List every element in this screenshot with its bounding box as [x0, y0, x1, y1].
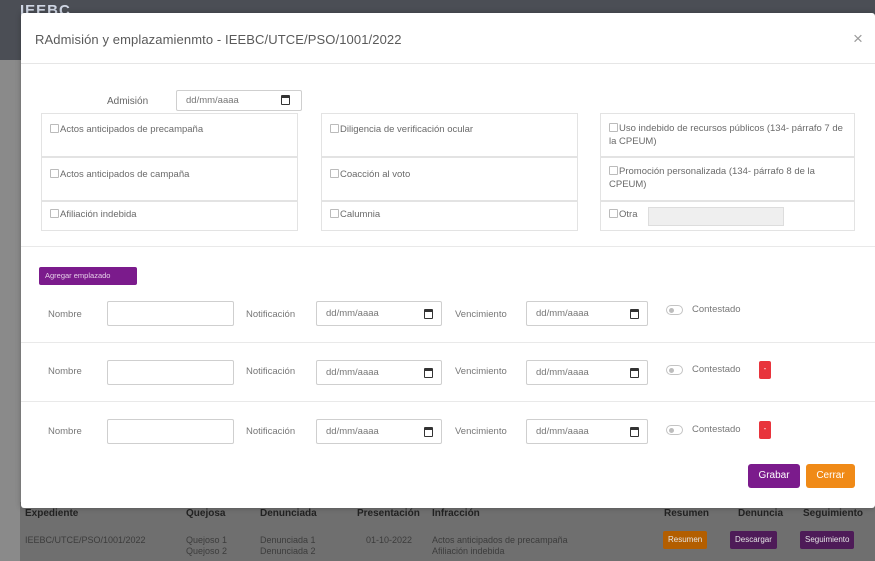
nombre-label: Nombre: [48, 426, 82, 437]
checkbox-actos-campana[interactable]: Actos anticipados de campaña: [41, 157, 298, 201]
checkbox-label: Diligencia de verificación ocular: [340, 124, 474, 135]
cell-infraccion-2: Afiliación indebida: [432, 546, 505, 556]
date-placeholder: dd/mm/aaaa: [326, 426, 379, 437]
seguimiento-button[interactable]: Seguimiento: [800, 531, 855, 549]
table-header-denuncia: Denuncia: [738, 508, 784, 519]
section-divider: [21, 246, 875, 247]
contestado-label: Contestado: [692, 304, 741, 315]
contestado-toggle[interactable]: [666, 305, 683, 315]
notificacion-label: Notificación: [246, 309, 296, 320]
vencimiento-date-input[interactable]: dd/mm/aaaa: [526, 360, 648, 385]
grabar-button[interactable]: Grabar: [748, 464, 800, 488]
calendar-icon[interactable]: [424, 368, 433, 378]
table-header-seguimiento: Seguimiento: [803, 508, 864, 519]
checkbox-label: Uso indebido de recursos públicos (134- …: [609, 123, 843, 147]
checkbox-label: Actos anticipados de precampaña: [60, 124, 204, 135]
calendar-icon[interactable]: [424, 309, 433, 319]
contestado-label: Contestado: [692, 424, 741, 435]
contestado-toggle[interactable]: [666, 365, 683, 375]
vencimiento-label: Vencimiento: [455, 366, 507, 377]
cell-denunciada-1: Denunciada 1: [260, 535, 316, 545]
date-placeholder: dd/mm/aaaa: [326, 367, 379, 378]
header-divider: [21, 63, 875, 64]
notificacion-label: Notificación: [246, 426, 296, 437]
checkbox-icon[interactable]: [609, 209, 618, 218]
table-header-presentacion: Presentación: [357, 508, 420, 519]
checkbox-promocion[interactable]: Promoción personalizada (134- párrafo 8 …: [600, 157, 855, 201]
calendar-icon[interactable]: [424, 427, 433, 437]
checkbox-label: Calumnia: [340, 209, 381, 220]
checkbox-icon[interactable]: [609, 123, 618, 132]
otra-input[interactable]: [648, 207, 784, 226]
nombre-input[interactable]: [107, 360, 234, 385]
cell-expediente: IEEBC/UTCE/PSO/1001/2022: [25, 535, 146, 545]
checkbox-label: Otra: [619, 209, 638, 220]
date-placeholder: dd/mm/aaaa: [536, 426, 589, 437]
add-emplazado-button[interactable]: Agregar emplazado: [39, 267, 137, 285]
row-divider: [21, 401, 875, 402]
nombre-input[interactable]: [107, 301, 234, 326]
cell-quejosa-2: Quejoso 2: [186, 546, 228, 556]
checkbox-afiliacion[interactable]: Afiliación indebida: [41, 201, 298, 231]
nombre-input[interactable]: [107, 419, 234, 444]
calendar-icon[interactable]: [630, 368, 639, 378]
descargar-button[interactable]: Descargar: [730, 531, 777, 549]
modal-title: RAdmisión y emplazamienmto - IEEBC/UTCE/…: [35, 32, 402, 47]
checkbox-actos-precampana[interactable]: Actos anticipados de precampaña: [41, 113, 298, 157]
checkbox-icon[interactable]: [330, 124, 339, 133]
checkbox-icon[interactable]: [330, 169, 339, 178]
vencimiento-date-input[interactable]: dd/mm/aaaa: [526, 419, 648, 444]
row-divider: [21, 342, 875, 343]
checkbox-icon[interactable]: [330, 209, 339, 218]
contestado-toggle[interactable]: [666, 425, 683, 435]
vencimiento-date-input[interactable]: dd/mm/aaaa: [526, 301, 648, 326]
calendar-icon[interactable]: [281, 95, 290, 105]
checkbox-icon[interactable]: [609, 166, 618, 175]
checkbox-coaccion[interactable]: Coacción al voto: [321, 157, 578, 201]
checkbox-icon[interactable]: [50, 209, 59, 218]
checkbox-uso-indebido[interactable]: Uso indebido de recursos públicos (134- …: [600, 113, 855, 157]
calendar-icon[interactable]: [630, 427, 639, 437]
notificacion-label: Notificación: [246, 366, 296, 377]
cell-presentacion: 01-10-2022: [366, 535, 413, 545]
date-placeholder: dd/mm/aaaa: [186, 95, 239, 106]
notificacion-date-input[interactable]: dd/mm/aaaa: [316, 360, 442, 385]
checkbox-label: Promoción personalizada (134- párrafo 8 …: [609, 166, 815, 190]
table-header-resumen: Resumen: [664, 508, 710, 519]
checkbox-otra[interactable]: Otra: [600, 201, 855, 231]
date-placeholder: dd/mm/aaaa: [326, 308, 379, 319]
notificacion-date-input[interactable]: dd/mm/aaaa: [316, 301, 442, 326]
notificacion-date-input[interactable]: dd/mm/aaaa: [316, 419, 442, 444]
checkbox-label: Afiliación indebida: [60, 209, 137, 220]
checkbox-calumnia[interactable]: Calumnia: [321, 201, 578, 231]
table-header-quejosa: Quejosa: [186, 508, 226, 519]
cerrar-button[interactable]: Cerrar: [806, 464, 855, 488]
admision-label: Admisión: [107, 96, 149, 107]
nombre-label: Nombre: [48, 309, 82, 320]
close-icon[interactable]: ×: [853, 29, 863, 49]
checkbox-icon[interactable]: [50, 124, 59, 133]
admision-date-input[interactable]: dd/mm/aaaa: [176, 90, 302, 111]
contestado-label: Contestado: [692, 364, 741, 375]
date-placeholder: dd/mm/aaaa: [536, 367, 589, 378]
checkbox-icon[interactable]: [50, 169, 59, 178]
date-placeholder: dd/mm/aaaa: [536, 308, 589, 319]
vencimiento-label: Vencimiento: [455, 309, 507, 320]
remove-row-button[interactable]: -: [759, 361, 771, 379]
cell-denunciada-2: Denunciada 2: [260, 546, 316, 556]
nombre-label: Nombre: [48, 366, 82, 377]
resumen-button[interactable]: Resumen: [663, 531, 708, 549]
checkbox-label: Actos anticipados de campaña: [60, 169, 190, 180]
checkbox-label: Coacción al voto: [340, 169, 411, 180]
table-header-denunciada: Denunciada: [260, 508, 317, 519]
cell-infraccion-1: Actos anticipados de precampaña: [432, 535, 568, 545]
vencimiento-label: Vencimiento: [455, 426, 507, 437]
table-header-infraccion: Infracción: [432, 508, 480, 519]
table-header-expediente: Expediente: [25, 508, 79, 519]
admision-modal: RAdmisión y emplazamienmto - IEEBC/UTCE/…: [21, 13, 875, 508]
checkbox-diligencia[interactable]: Diligencia de verificación ocular: [321, 113, 578, 157]
remove-row-button[interactable]: -: [759, 421, 771, 439]
calendar-icon[interactable]: [630, 309, 639, 319]
cell-quejosa-1: Quejoso 1: [186, 535, 228, 545]
